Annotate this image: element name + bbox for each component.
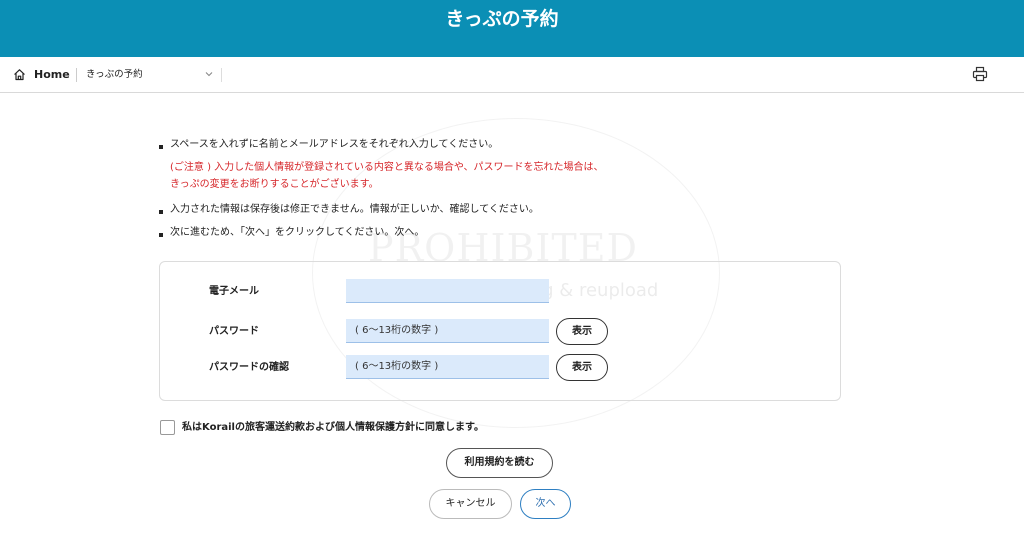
page-title: きっぷの予約: [445, 8, 559, 30]
show-password-button[interactable]: 表示: [556, 318, 608, 345]
print-icon[interactable]: [972, 66, 988, 82]
agree-label[interactable]: 私はKorailの旅客運送約款および個人情報保護方針に同意します。: [182, 421, 484, 435]
note-line-2: 入力された情報は保存後は修正できません。情報が正しいか、確認してください。: [170, 204, 539, 215]
bullet-icon: [159, 210, 163, 214]
reservation-page: きっぷの予約 Home きっぷの予約 PROHIBITED Repost & A…: [0, 0, 1024, 538]
breadcrumb-divider: [76, 68, 77, 82]
agree-checkbox[interactable]: [160, 420, 175, 435]
warning-line-1: (ご注意 ) 入力した個人情報が登録されている内容と異なる場合や、パスワードを忘…: [170, 162, 604, 173]
warning-line-2: きっぷの変更をお断りすることがございます。: [170, 179, 379, 190]
note-line-3: 次に進むため、「次へ」をクリックしてください。次へ。: [170, 227, 425, 238]
password-confirm-label: パスワードの確認: [209, 362, 289, 373]
bullet-icon: [159, 145, 163, 149]
breadcrumb-divider: [221, 68, 222, 82]
read-terms-button[interactable]: 利用規約を読む: [446, 448, 553, 478]
chevron-down-icon[interactable]: [204, 69, 214, 79]
password-label: パスワード: [209, 326, 259, 337]
password-confirm-field[interactable]: [346, 355, 549, 379]
show-password-confirm-button[interactable]: 表示: [556, 354, 608, 381]
bullet-icon: [159, 233, 163, 237]
header-bar: きっぷの予約: [0, 0, 1024, 57]
email-label: 電子メール: [209, 286, 259, 297]
breadcrumb-current[interactable]: きっぷの予約: [86, 68, 143, 82]
breadcrumb-home-link[interactable]: Home: [34, 67, 70, 82]
next-button[interactable]: 次へ: [520, 489, 571, 519]
email-field[interactable]: [346, 279, 549, 303]
breadcrumb: Home きっぷの予約: [0, 57, 1024, 93]
note-line-1: スペースを入れずに名前とメールアドレスをそれぞれ入力してください。: [170, 139, 499, 150]
home-icon[interactable]: [13, 68, 26, 81]
cancel-button[interactable]: キャンセル: [429, 489, 512, 519]
password-field[interactable]: [346, 319, 549, 343]
